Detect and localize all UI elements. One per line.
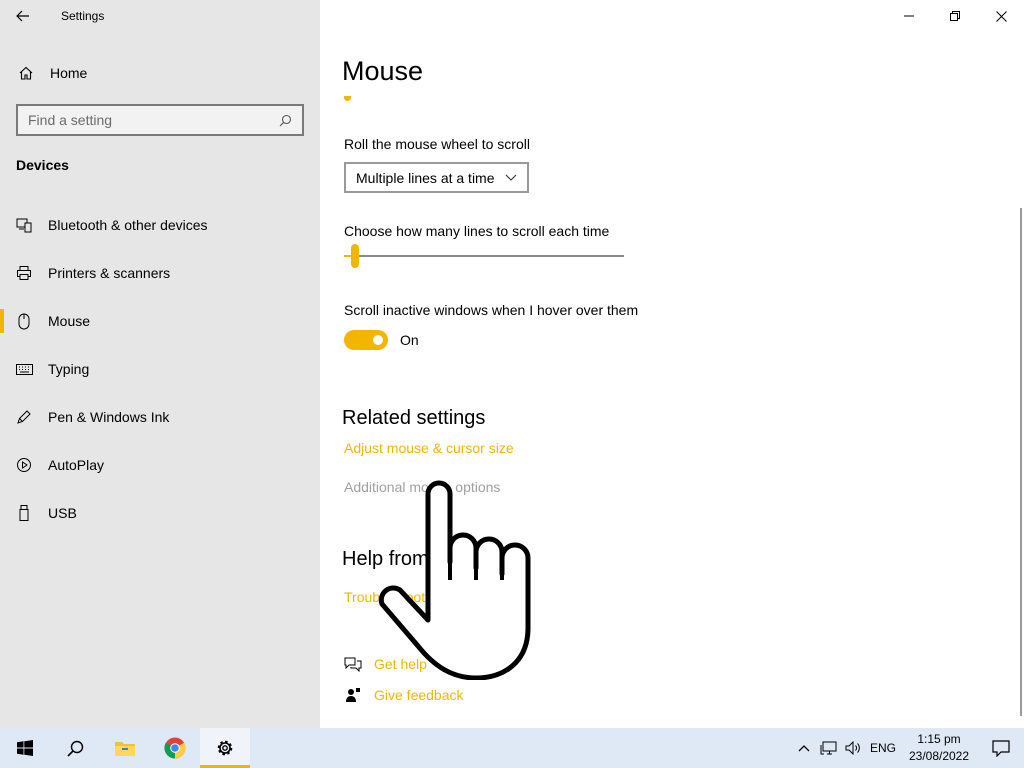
printer-icon bbox=[0, 265, 48, 281]
search-icon bbox=[66, 740, 83, 757]
settings-gear-icon bbox=[217, 740, 233, 756]
input-language-indicator[interactable]: ENG bbox=[866, 728, 900, 768]
sidebar-item-usb[interactable]: USB bbox=[0, 489, 320, 537]
minimize-button[interactable] bbox=[886, 0, 932, 32]
lines-slider[interactable] bbox=[344, 244, 624, 268]
notification-icon bbox=[992, 739, 1010, 757]
volume-icon bbox=[845, 741, 860, 755]
network-icon bbox=[820, 741, 836, 754]
slider-thumb[interactable] bbox=[351, 244, 360, 268]
sidebar-item-mouse[interactable]: Mouse bbox=[0, 297, 320, 345]
dropdown-value: Multiple lines at a time bbox=[356, 169, 495, 186]
related-settings-title: Related settings bbox=[342, 407, 486, 429]
sidebar-item-printers[interactable]: Printers & scanners bbox=[0, 249, 320, 297]
sidebar-item-bluetooth[interactable]: Bluetooth & other devices bbox=[0, 201, 320, 249]
get-help-icon bbox=[342, 656, 364, 672]
back-button[interactable] bbox=[0, 0, 46, 32]
sidebar-item-label: Printers & scanners bbox=[48, 265, 171, 281]
usb-icon bbox=[0, 505, 48, 521]
sidebar-item-label: Pen & Windows Ink bbox=[48, 409, 170, 425]
chrome-button[interactable] bbox=[150, 728, 200, 768]
scrollbar[interactable] bbox=[1020, 208, 1022, 716]
sidebar-item-pen[interactable]: Pen & Windows Ink bbox=[0, 393, 320, 441]
give-feedback-label: Give feedback bbox=[374, 687, 464, 703]
close-button[interactable] bbox=[978, 0, 1024, 32]
back-arrow-icon bbox=[16, 10, 29, 22]
settings-search-box[interactable] bbox=[16, 104, 304, 136]
start-button[interactable] bbox=[0, 728, 50, 768]
toggle-knob bbox=[373, 335, 383, 345]
hand-pointer-cursor-icon bbox=[378, 480, 531, 680]
chevron-down-icon bbox=[505, 174, 517, 181]
sidebar-item-autoplay[interactable]: AutoPlay bbox=[0, 441, 320, 489]
titlebar-left: Settings bbox=[0, 0, 320, 32]
pen-icon bbox=[0, 409, 48, 425]
sidebar-item-label: USB bbox=[48, 505, 77, 521]
network-button[interactable] bbox=[816, 728, 840, 768]
clock[interactable]: 1:15 pm 23/08/2022 bbox=[900, 728, 978, 768]
clock-date: 23/08/2022 bbox=[908, 749, 970, 763]
minimize-icon bbox=[904, 15, 914, 17]
search-icon[interactable] bbox=[279, 114, 292, 127]
windows-start-icon bbox=[17, 740, 33, 756]
devices-nav-list: Bluetooth & other devices Printers & sca… bbox=[0, 201, 320, 537]
sidebar: Settings Home Devices Bluetooth & other … bbox=[0, 0, 320, 728]
show-hidden-icons-button[interactable] bbox=[792, 728, 816, 768]
sidebar-item-label: Typing bbox=[48, 361, 90, 377]
volume-button[interactable] bbox=[840, 728, 866, 768]
home-label: Home bbox=[50, 65, 88, 81]
chevron-up-icon bbox=[798, 745, 810, 752]
scroll-indicator bbox=[344, 96, 351, 101]
sidebar-item-typing[interactable]: Typing bbox=[0, 345, 320, 393]
give-feedback-link[interactable]: Give feedback bbox=[342, 687, 464, 703]
lines-setting-label: Choose how many lines to scroll each tim… bbox=[344, 223, 610, 239]
autoplay-icon bbox=[0, 457, 48, 473]
restore-icon bbox=[950, 11, 960, 21]
scroll-mode-dropdown[interactable]: Multiple lines at a time bbox=[344, 162, 529, 193]
search-input[interactable] bbox=[28, 112, 268, 128]
scroll-setting-label: Roll the mouse wheel to scroll bbox=[344, 136, 530, 152]
taskbar-search-button[interactable] bbox=[50, 728, 100, 768]
mouse-icon bbox=[0, 313, 48, 330]
file-explorer-icon bbox=[115, 742, 135, 756]
feedback-icon bbox=[342, 687, 364, 703]
keyboard-icon bbox=[0, 363, 48, 375]
bluetooth-devices-icon bbox=[0, 217, 48, 233]
sidebar-item-label: AutoPlay bbox=[48, 457, 105, 473]
slider-track bbox=[344, 255, 624, 257]
adjust-cursor-size-link[interactable]: Adjust mouse & cursor size bbox=[344, 440, 514, 456]
taskbar: ENG 1:15 pm 23/08/2022 bbox=[0, 728, 1024, 768]
window-controls bbox=[886, 0, 1024, 32]
section-title: Devices bbox=[16, 157, 69, 173]
toggle-state-label: On bbox=[400, 332, 419, 348]
restore-button[interactable] bbox=[932, 0, 978, 32]
chrome-icon bbox=[164, 737, 186, 759]
settings-taskbar-button[interactable] bbox=[200, 728, 250, 768]
sidebar-item-label: Mouse bbox=[48, 313, 91, 329]
sidebar-item-label: Bluetooth & other devices bbox=[48, 217, 208, 233]
home-icon bbox=[2, 65, 50, 81]
app-title: Settings bbox=[61, 9, 105, 23]
file-explorer-button[interactable] bbox=[100, 728, 150, 768]
home-nav-item[interactable]: Home bbox=[0, 56, 320, 90]
clock-time: 1:15 pm bbox=[917, 732, 961, 746]
system-tray: ENG 1:15 pm 23/08/2022 bbox=[792, 728, 1024, 768]
page-title: Mouse bbox=[342, 56, 424, 86]
action-center-button[interactable] bbox=[978, 728, 1024, 768]
close-icon bbox=[995, 10, 1007, 22]
inactive-scroll-toggle[interactable] bbox=[344, 330, 388, 350]
inactive-setting-label: Scroll inactive windows when I hover ove… bbox=[344, 302, 639, 318]
